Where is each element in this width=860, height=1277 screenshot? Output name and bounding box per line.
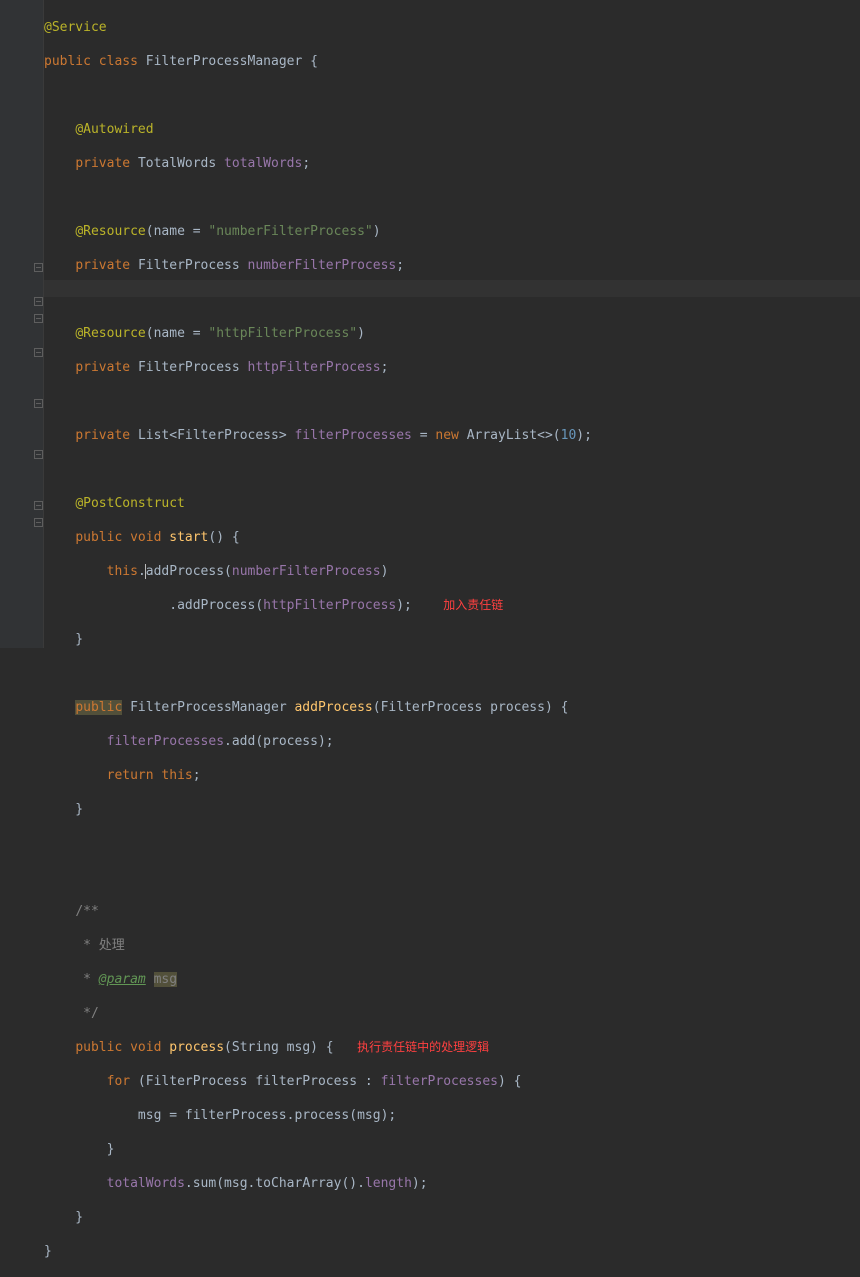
fold-marker-icon[interactable] — [34, 314, 43, 323]
attr: name — [154, 326, 185, 341]
method-call: process — [294, 1108, 349, 1123]
fold-marker-icon[interactable] — [34, 518, 43, 527]
field: filterProcesses — [381, 1074, 498, 1089]
fold-marker-icon[interactable] — [34, 297, 43, 306]
field: httpFilterProcess — [263, 598, 396, 613]
type: FilterProcess — [177, 428, 279, 443]
fold-marker-icon[interactable] — [34, 501, 43, 510]
annotation: @Autowired — [75, 122, 153, 137]
kw-private: private — [75, 156, 130, 171]
type: List — [138, 428, 169, 443]
method-call: addProcess — [177, 598, 255, 613]
kw-class: class — [99, 54, 138, 69]
kw-void: void — [130, 530, 161, 545]
comment: /** — [75, 904, 98, 919]
annotation: @PostConstruct — [75, 496, 185, 511]
comment: */ — [75, 1006, 98, 1021]
method-call: addProcess — [146, 564, 224, 579]
field: httpFilterProcess — [248, 360, 381, 375]
kw-public: public — [75, 700, 122, 715]
field: totalWords — [107, 1176, 185, 1191]
fold-marker-icon[interactable] — [34, 263, 43, 272]
method-call: toCharArray — [255, 1176, 341, 1191]
editor-gutter — [0, 0, 44, 648]
method-decl: start — [169, 530, 208, 545]
kw-private: private — [75, 258, 130, 273]
var: filterProcess — [185, 1108, 287, 1123]
kw-new: new — [435, 428, 458, 443]
kw-private: private — [75, 428, 130, 443]
kw-this: this — [107, 564, 138, 579]
field: length — [365, 1176, 412, 1191]
fold-marker-icon[interactable] — [34, 450, 43, 459]
fold-marker-icon[interactable] — [34, 348, 43, 357]
type: FilterProcess — [138, 258, 240, 273]
field: totalWords — [224, 156, 302, 171]
param: process — [490, 700, 545, 715]
kw-public: public — [44, 54, 91, 69]
fold-marker-icon[interactable] — [34, 399, 43, 408]
param: process — [263, 734, 318, 749]
method-decl: addProcess — [294, 700, 372, 715]
code-area[interactable]: @Service public class FilterProcessManag… — [44, 2, 592, 1277]
var: msg — [357, 1108, 380, 1123]
inline-note: 执行责任链中的处理逻辑 — [357, 1040, 489, 1054]
kw-private: private — [75, 360, 130, 375]
type: FilterProcess — [381, 700, 483, 715]
inline-note: 加入责任链 — [443, 598, 503, 612]
type: String — [232, 1040, 279, 1055]
var: filterProcess — [255, 1074, 357, 1089]
type: TotalWords — [138, 156, 216, 171]
method-call: sum — [193, 1176, 216, 1191]
method-call: add — [232, 734, 255, 749]
kw-public: public — [75, 1040, 122, 1055]
type: FilterProcess — [146, 1074, 248, 1089]
param: msg — [287, 1040, 310, 1055]
kw-for: for — [107, 1074, 130, 1089]
method-decl: process — [169, 1040, 224, 1055]
doc-tag: @param — [99, 972, 146, 987]
field: filterProcesses — [107, 734, 224, 749]
field: filterProcesses — [294, 428, 411, 443]
kw-this: this — [161, 768, 192, 783]
attr: name — [154, 224, 185, 239]
string: "numberFilterProcess" — [208, 224, 372, 239]
annotation: @Resource — [75, 326, 145, 341]
field: numberFilterProcess — [232, 564, 381, 579]
class-name: FilterProcessManager — [146, 54, 303, 69]
type: ArrayList — [467, 428, 537, 443]
doc-param: msg — [154, 972, 177, 987]
type: FilterProcess — [138, 360, 240, 375]
var: msg — [224, 1176, 247, 1191]
field: numberFilterProcess — [248, 258, 397, 273]
annotation: @Service — [44, 20, 107, 35]
number: 10 — [561, 428, 577, 443]
kw-void: void — [130, 1040, 161, 1055]
kw-return: return — [107, 768, 154, 783]
annotation: @Resource — [75, 224, 145, 239]
comment: * 处理 — [75, 938, 124, 953]
string: "httpFilterProcess" — [208, 326, 357, 341]
kw-public: public — [75, 530, 122, 545]
type: FilterProcessManager — [130, 700, 287, 715]
comment: * — [75, 972, 98, 987]
var: msg — [138, 1108, 161, 1123]
